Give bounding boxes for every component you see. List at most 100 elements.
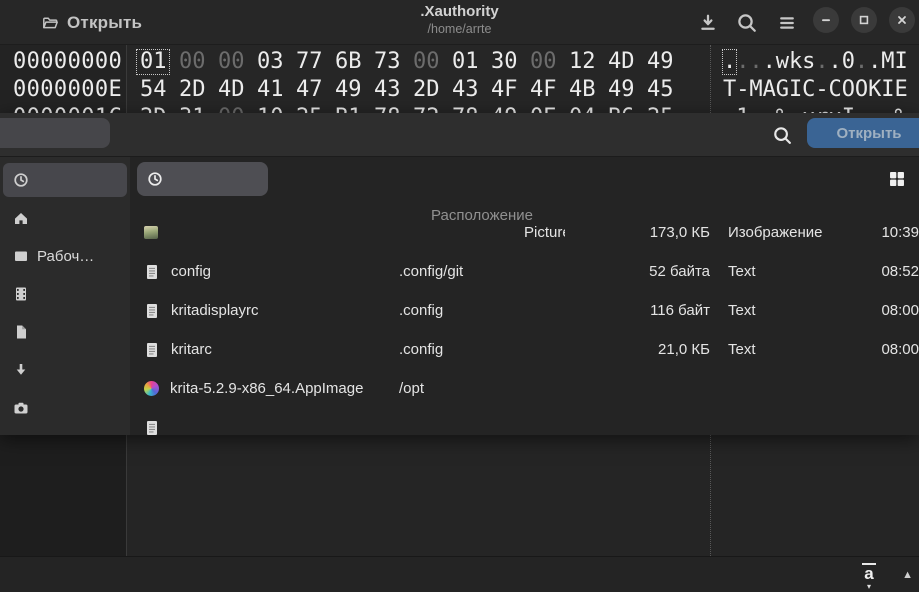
hex-byte[interactable]: 54 [140,76,179,104]
hex-byte[interactable]: 0E [530,104,569,113]
file-row[interactable]: config .config/git 52 байта Text 08:52 [130,252,919,291]
hex-byte[interactable]: 47 [296,76,335,104]
ascii-char[interactable]: E [894,76,907,104]
sidebar-item-videos[interactable] [3,277,127,311]
sidebar-item-recent[interactable] [3,163,127,197]
ascii-char[interactable]: % [894,104,907,113]
ascii-char[interactable]: - [736,76,749,104]
hex-byte[interactable]: 25 [296,104,335,113]
ascii-char[interactable]: - [723,104,736,113]
ascii-char[interactable]: . [815,48,828,76]
hex-byte[interactable]: 2D [413,76,452,104]
hex-byte[interactable]: 78 [452,104,491,113]
hex-byte[interactable]: 10 [257,104,296,113]
recent-breadcrumb-chip[interactable] [137,162,268,196]
ascii-char[interactable]: k [789,48,802,76]
dialog-search-button[interactable] [764,114,800,156]
dialog-open-button[interactable]: Открыть [807,118,919,148]
ascii-char[interactable]: G [776,76,789,104]
hex-byte[interactable]: 00 [179,48,218,76]
maximize-button[interactable] [851,7,877,33]
hex-byte[interactable]: 2D [179,76,218,104]
file-row[interactable]: kritadisplayrc .config 116 байт Text 08:… [130,291,919,330]
ascii-char[interactable]: x [829,104,842,113]
hex-byte[interactable]: 45 [647,76,686,104]
hex-byte[interactable]: 78 [374,104,413,113]
open-file-button[interactable]: Открыть [34,7,150,38]
ascii-char[interactable]: . [749,104,762,113]
ascii-char[interactable]: % [776,104,789,113]
hex-byte[interactable]: 4F [491,76,530,104]
ascii-char[interactable]: . [868,48,881,76]
ascii-char[interactable]: M [749,76,762,104]
ascii-char[interactable]: A [763,76,776,104]
ascii-char[interactable]: I [789,76,802,104]
close-button[interactable] [889,7,915,33]
ascii-char[interactable]: O [855,76,868,104]
ascii-char[interactable]: . [855,48,868,76]
hex-byte[interactable]: 49 [608,76,647,104]
find-button[interactable] [732,8,762,38]
hex-byte[interactable]: 41 [257,76,296,104]
hex-byte[interactable]: 00 [218,104,257,113]
file-row[interactable] [130,408,919,435]
ascii-char[interactable]: . [829,48,842,76]
hex-byte[interactable]: 01 [140,48,179,76]
ascii-char[interactable]: . [723,48,736,76]
ascii-char[interactable]: . [736,48,749,76]
sidebar-item-home[interactable] [3,201,127,235]
hex-byte[interactable]: 43 [374,76,413,104]
hex-byte[interactable]: 4D [218,76,257,104]
hex-byte[interactable]: 6B [335,48,374,76]
hex-view-top[interactable]: 0000000001000003776B7300013000124D49....… [0,45,919,113]
hex-byte[interactable]: 4F [530,76,569,104]
sidebar-item-desktop[interactable]: Рабоч… [3,239,127,273]
ascii-char[interactable]: C [802,76,815,104]
hex-byte[interactable]: 00 [218,48,257,76]
ascii-char[interactable]: 0 [842,48,855,76]
keyboard-layout-indicator[interactable]: а ▾ [859,563,879,590]
file-row[interactable]: krita-5.2.9-x86_64.AppImage /opt [130,369,919,408]
ascii-char[interactable]: I [881,76,894,104]
sidebar-item-downloads[interactable] [3,353,127,387]
file-row[interactable]: Pictures 173,0 КБ Изображение 10:39 [130,225,919,252]
sidebar-item-documents[interactable] [3,315,127,349]
ascii-char[interactable]: s [802,48,815,76]
hex-byte[interactable]: 4D [608,48,647,76]
hex-byte[interactable]: 49 [647,48,686,76]
ascii-char[interactable]: x [802,104,815,113]
hex-byte[interactable]: 25 [647,104,686,113]
hex-byte[interactable]: B1 [335,104,374,113]
hex-view-bottom[interactable] [0,435,919,556]
ascii-char[interactable]: I [842,104,855,113]
ascii-char[interactable]: . [749,48,762,76]
hex-byte[interactable]: 30 [491,48,530,76]
ascii-char[interactable]: T [723,76,736,104]
ascii-char[interactable]: . [881,104,894,113]
hex-byte[interactable]: 72 [413,104,452,113]
file-row[interactable]: kritarc .config 21,0 КБ Text 08:00 [130,330,919,369]
ascii-char[interactable]: . [763,48,776,76]
hex-byte[interactable]: 77 [296,48,335,76]
ascii-char[interactable]: C [829,76,842,104]
hex-byte[interactable]: 49 [335,76,374,104]
hex-byte[interactable]: 49 [491,104,530,113]
hex-byte[interactable]: 04 [569,104,608,113]
hex-byte[interactable]: 73 [374,48,413,76]
ascii-char[interactable]: M [881,48,894,76]
dialog-left-field[interactable] [0,118,110,148]
hex-byte[interactable]: 00 [530,48,569,76]
ascii-char[interactable]: . [763,104,776,113]
grid-view-button[interactable] [881,163,913,195]
minimize-button[interactable] [813,7,839,33]
hex-byte[interactable]: 01 [452,48,491,76]
hex-byte[interactable]: 43 [452,76,491,104]
sidebar-item-pictures[interactable] [3,391,127,425]
ascii-char[interactable]: K [868,76,881,104]
ascii-char[interactable]: . [855,104,868,113]
hex-byte[interactable]: 00 [413,48,452,76]
ascii-char[interactable]: . [868,104,881,113]
hex-byte[interactable]: 2D [140,104,179,113]
ascii-char[interactable]: 1 [736,104,749,113]
ascii-char[interactable]: - [815,76,828,104]
